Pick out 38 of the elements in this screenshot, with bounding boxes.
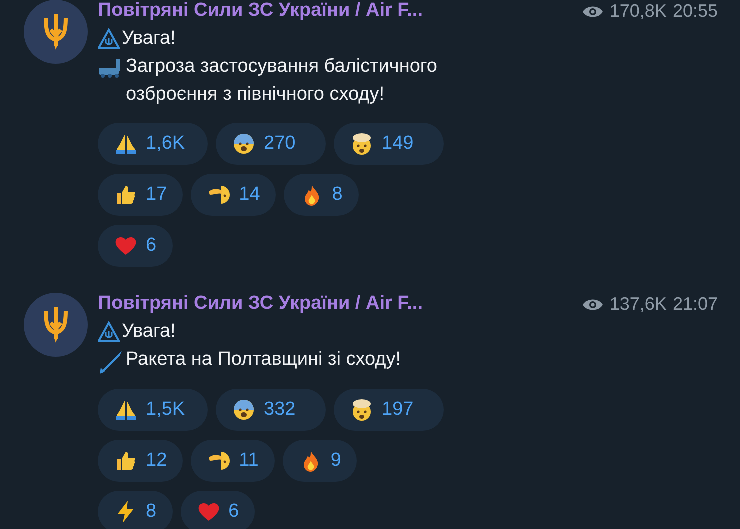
reaction-button[interactable]: 1,5K	[98, 389, 208, 431]
reaction-button[interactable]: 197	[334, 389, 444, 431]
reaction-button[interactable]: 12	[98, 440, 184, 482]
trident-icon	[41, 12, 71, 52]
message-text: Ракета на Полтавщині зі сходу!	[126, 348, 402, 372]
message-text: Загроза застосування балістичного озброєння з північного сходу!	[126, 55, 438, 107]
channel-name[interactable]: Повітряні Сили ЗС України / Air F...	[98, 0, 423, 26]
thumbs-up-icon	[114, 183, 138, 207]
message-text: Увага!	[122, 27, 176, 51]
reaction-button[interactable]: 11	[191, 440, 275, 482]
reaction-button[interactable]: 9	[282, 440, 358, 482]
reaction-button[interactable]: 8	[284, 174, 359, 216]
exploding-head-icon	[350, 132, 374, 156]
message-time: 21:07	[672, 293, 718, 316]
warning-icon	[98, 321, 120, 343]
eye-icon	[582, 298, 604, 312]
reaction-button[interactable]: 14	[191, 174, 276, 216]
channel-name[interactable]: Повітряні Сили ЗС України / Air F...	[98, 290, 423, 319]
reaction-button[interactable]: 8	[98, 491, 173, 529]
thumbs-up-icon	[114, 449, 138, 473]
message-time: 20:55	[672, 0, 718, 23]
eye-icon	[582, 4, 604, 18]
missile-icon	[98, 349, 124, 375]
fearful-face-icon	[232, 398, 256, 422]
view-count: 137,6K	[610, 293, 667, 316]
view-count: 170,8K	[610, 0, 667, 23]
fearful-face-icon	[232, 132, 256, 156]
warning-icon	[98, 28, 120, 50]
reaction-button[interactable]: 332	[216, 389, 326, 431]
exploding-head-icon	[350, 398, 374, 422]
reaction-button[interactable]: 1,6K	[98, 123, 208, 165]
trident-icon	[41, 305, 71, 345]
reaction-button[interactable]: 6	[98, 225, 173, 267]
message-text: Увага!	[122, 320, 176, 344]
reaction-button[interactable]: 149	[334, 123, 444, 165]
reaction-button[interactable]: 6	[180, 491, 256, 529]
reaction-button[interactable]: 270	[216, 123, 326, 165]
reaction-button[interactable]: 17	[98, 174, 184, 216]
